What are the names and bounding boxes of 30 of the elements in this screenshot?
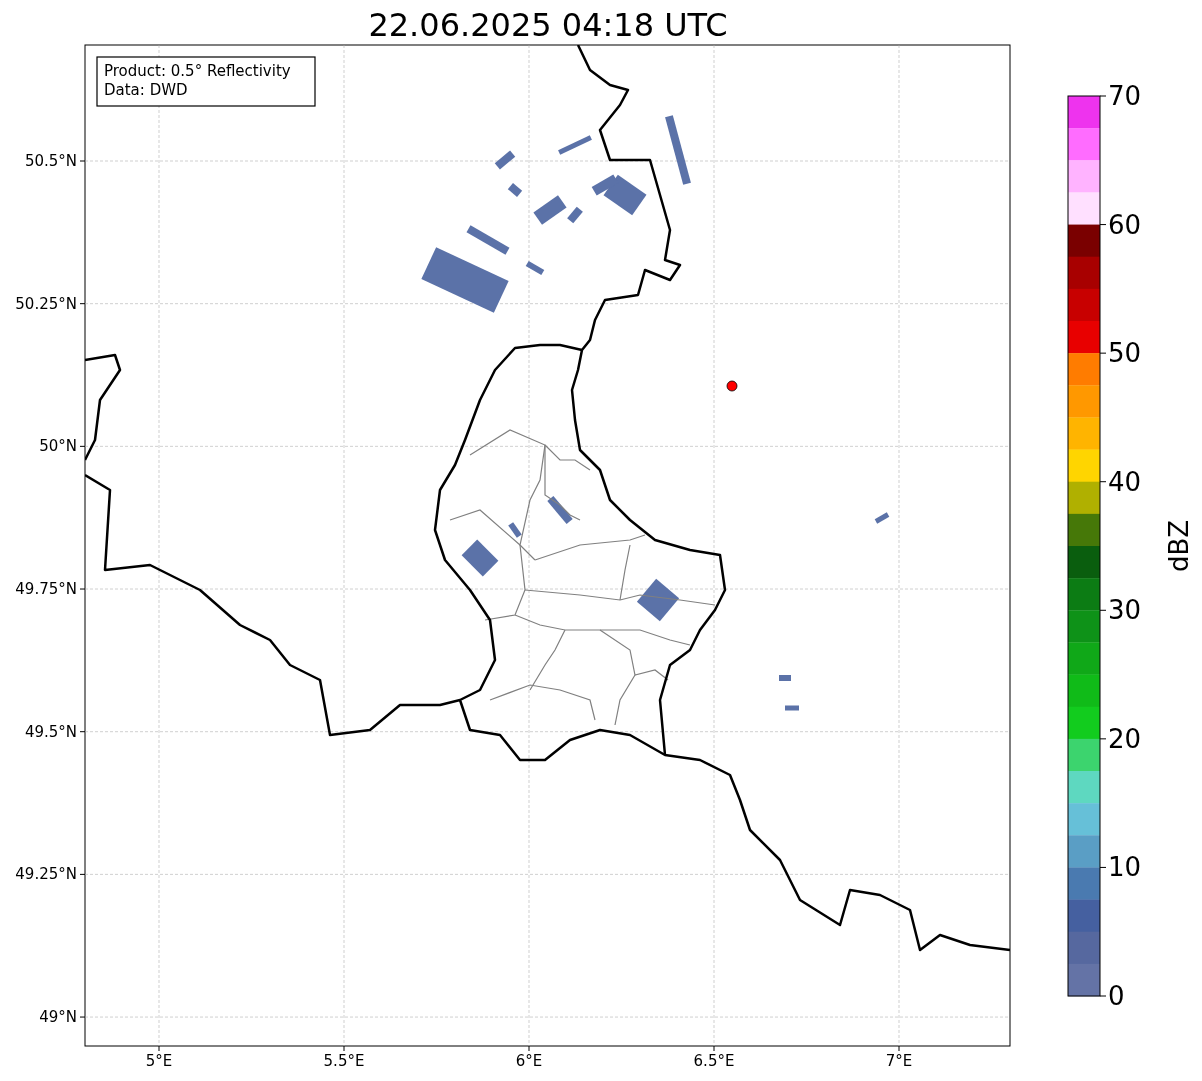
colorbar-tick-label: 50: [1108, 338, 1142, 369]
latitude-label: 50.5°N: [24, 152, 77, 170]
radar-echo: [874, 512, 890, 524]
colorbar-tick-label: 30: [1108, 595, 1142, 626]
radar-echo: [785, 705, 799, 711]
info-text: Product: 0.5° Reflectivity: [104, 62, 291, 80]
colorbar-tick-label: 10: [1108, 852, 1142, 883]
colorbar-tick-label: 0: [1108, 981, 1125, 1011]
radar-echo: [779, 675, 791, 681]
longitude-label: 6°E: [515, 1052, 543, 1070]
latitude-label: 49.5°N: [24, 722, 77, 741]
radar-echo: [507, 183, 523, 197]
figure-title: 22.06.2025 04:18 UTC: [368, 6, 728, 44]
latitude-label: 49°N: [39, 1008, 77, 1027]
longitude-label: 5.5°E: [323, 1052, 365, 1070]
longitude-label: 6.5°E: [693, 1052, 735, 1070]
info-text: Data: DWD: [104, 81, 188, 99]
radar-site-marker: [726, 380, 738, 392]
latitude-label: 49.25°N: [15, 865, 77, 884]
longitude-label: 5°E: [145, 1052, 173, 1070]
longitude-label: 7°E: [885, 1052, 913, 1070]
radar-echo: [508, 522, 522, 538]
colorbar-tick-label: 70: [1108, 81, 1142, 111]
colorbar-tick-label: 60: [1108, 209, 1142, 240]
colorbar-tick-label: 20: [1108, 723, 1142, 754]
latitude-label: 50.25°N: [15, 294, 77, 313]
latitude-label: 50°N: [39, 437, 77, 456]
latitude-label: 49.75°N: [15, 580, 77, 599]
colorbar-label: dBZ: [1164, 519, 1194, 573]
colorbar-tick-label: 40: [1108, 466, 1142, 497]
